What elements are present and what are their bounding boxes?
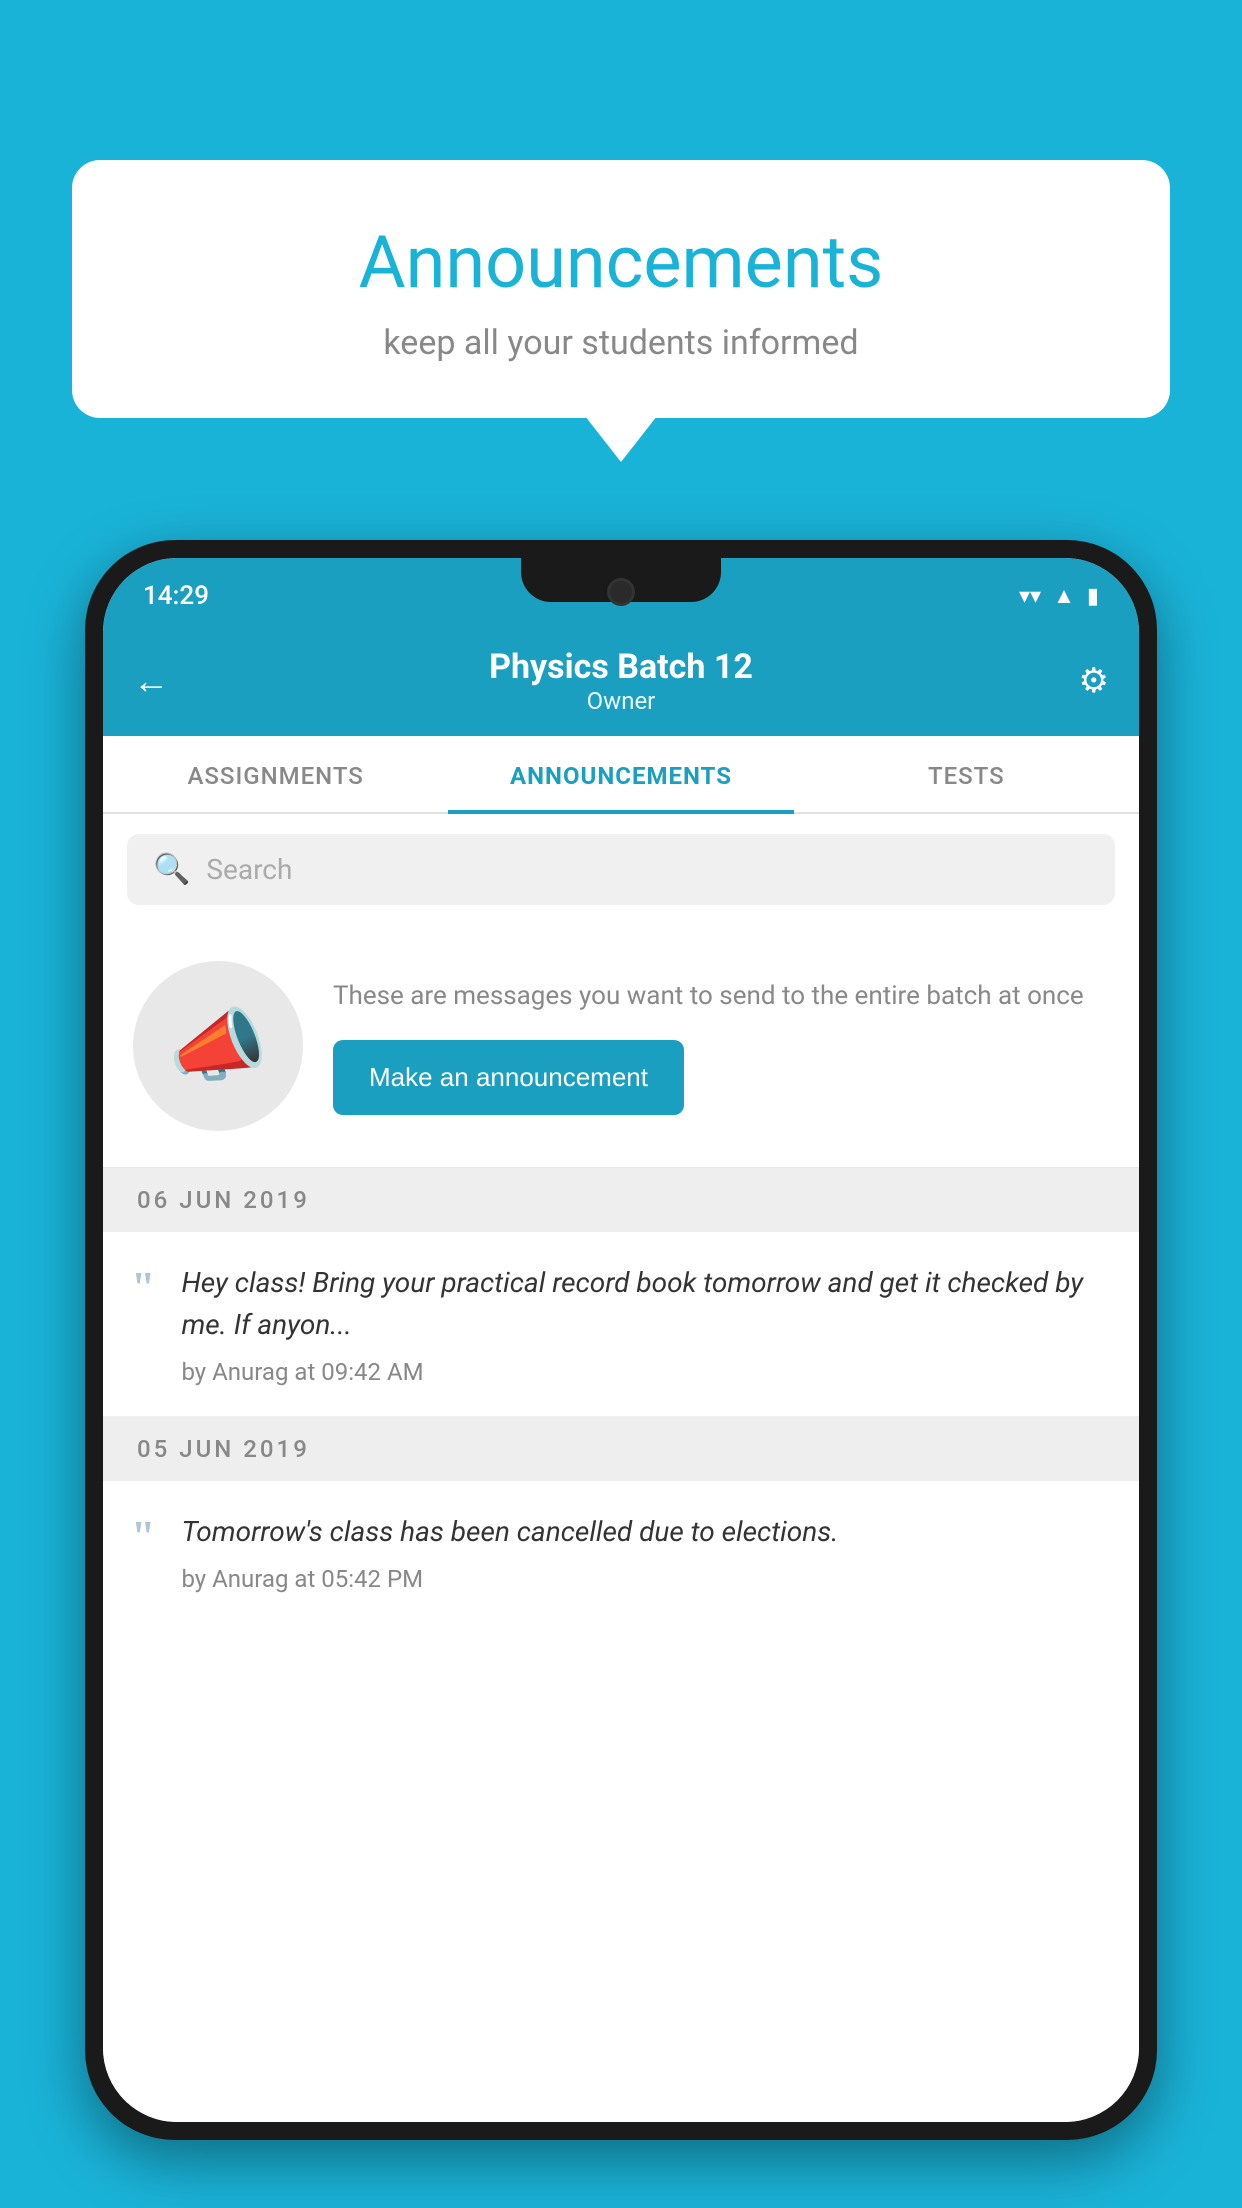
settings-button[interactable]: ⚙ — [1049, 661, 1109, 701]
megaphone-icon: 📣 — [168, 999, 268, 1093]
date-separator-1: 06 JUN 2019 — [103, 1168, 1139, 1232]
quote-icon-2: " — [131, 1515, 155, 1559]
announcement-meta-1: by Anurag at 09:42 AM — [181, 1358, 1109, 1386]
battery-icon: ▮ — [1087, 584, 1099, 609]
tab-tests[interactable]: TESTS — [794, 736, 1139, 812]
phone-camera — [607, 578, 635, 606]
search-placeholder: Search — [206, 853, 292, 886]
content-area: 🔍 Search 📣 These are messages you want t… — [103, 814, 1139, 2122]
back-button[interactable]: ← — [133, 660, 193, 702]
date-separator-2: 05 JUN 2019 — [103, 1417, 1139, 1481]
quote-icon-1: " — [131, 1266, 155, 1310]
status-icons: ▾▾ ▲ ▮ — [1019, 583, 1099, 609]
tab-announcements[interactable]: ANNOUNCEMENTS — [448, 736, 793, 812]
search-bar[interactable]: 🔍 Search — [127, 834, 1115, 905]
phone-screen: 14:29 ▾▾ ▲ ▮ ← Physics Batch 12 Owner ⚙ — [103, 558, 1139, 2122]
bubble-subtitle: keep all your students informed — [132, 323, 1110, 363]
tabs-container: ASSIGNMENTS ANNOUNCEMENTS TESTS — [103, 736, 1139, 814]
header-subtitle: Owner — [193, 687, 1049, 715]
signal-icon: ▲ — [1053, 583, 1075, 609]
announcement-text-2: Tomorrow's class has been cancelled due … — [181, 1511, 1109, 1593]
speech-bubble-section: Announcements keep all your students inf… — [72, 160, 1170, 418]
prompt-right: These are messages you want to send to t… — [333, 977, 1109, 1115]
announcement-item-2: " Tomorrow's class has been cancelled du… — [103, 1481, 1139, 1623]
phone-outer: 14:29 ▾▾ ▲ ▮ ← Physics Batch 12 Owner ⚙ — [85, 540, 1157, 2140]
bubble-title: Announcements — [132, 220, 1110, 305]
app-header: ← Physics Batch 12 Owner ⚙ — [103, 626, 1139, 736]
phone-container: 14:29 ▾▾ ▲ ▮ ← Physics Batch 12 Owner ⚙ — [85, 540, 1157, 2208]
announcement-prompt: 📣 These are messages you want to send to… — [103, 925, 1139, 1168]
announcement-text-1: Hey class! Bring your practical record b… — [181, 1262, 1109, 1386]
announcement-meta-2: by Anurag at 05:42 PM — [181, 1565, 1109, 1593]
header-title: Physics Batch 12 — [193, 647, 1049, 687]
status-time: 14:29 — [143, 581, 209, 611]
phone-notch — [521, 558, 721, 602]
make-announcement-button[interactable]: Make an announcement — [333, 1040, 684, 1115]
prompt-description: These are messages you want to send to t… — [333, 977, 1109, 1016]
announcement-item-1: " Hey class! Bring your practical record… — [103, 1232, 1139, 1417]
announcement-body-2: Tomorrow's class has been cancelled due … — [181, 1511, 1109, 1553]
header-title-area: Physics Batch 12 Owner — [193, 647, 1049, 715]
announcement-body-1: Hey class! Bring your practical record b… — [181, 1262, 1109, 1346]
search-container: 🔍 Search — [103, 814, 1139, 925]
search-icon: 🔍 — [153, 852, 190, 887]
speech-bubble: Announcements keep all your students inf… — [72, 160, 1170, 418]
megaphone-circle: 📣 — [133, 961, 303, 1131]
tab-assignments[interactable]: ASSIGNMENTS — [103, 736, 448, 812]
wifi-icon: ▾▾ — [1019, 584, 1041, 609]
